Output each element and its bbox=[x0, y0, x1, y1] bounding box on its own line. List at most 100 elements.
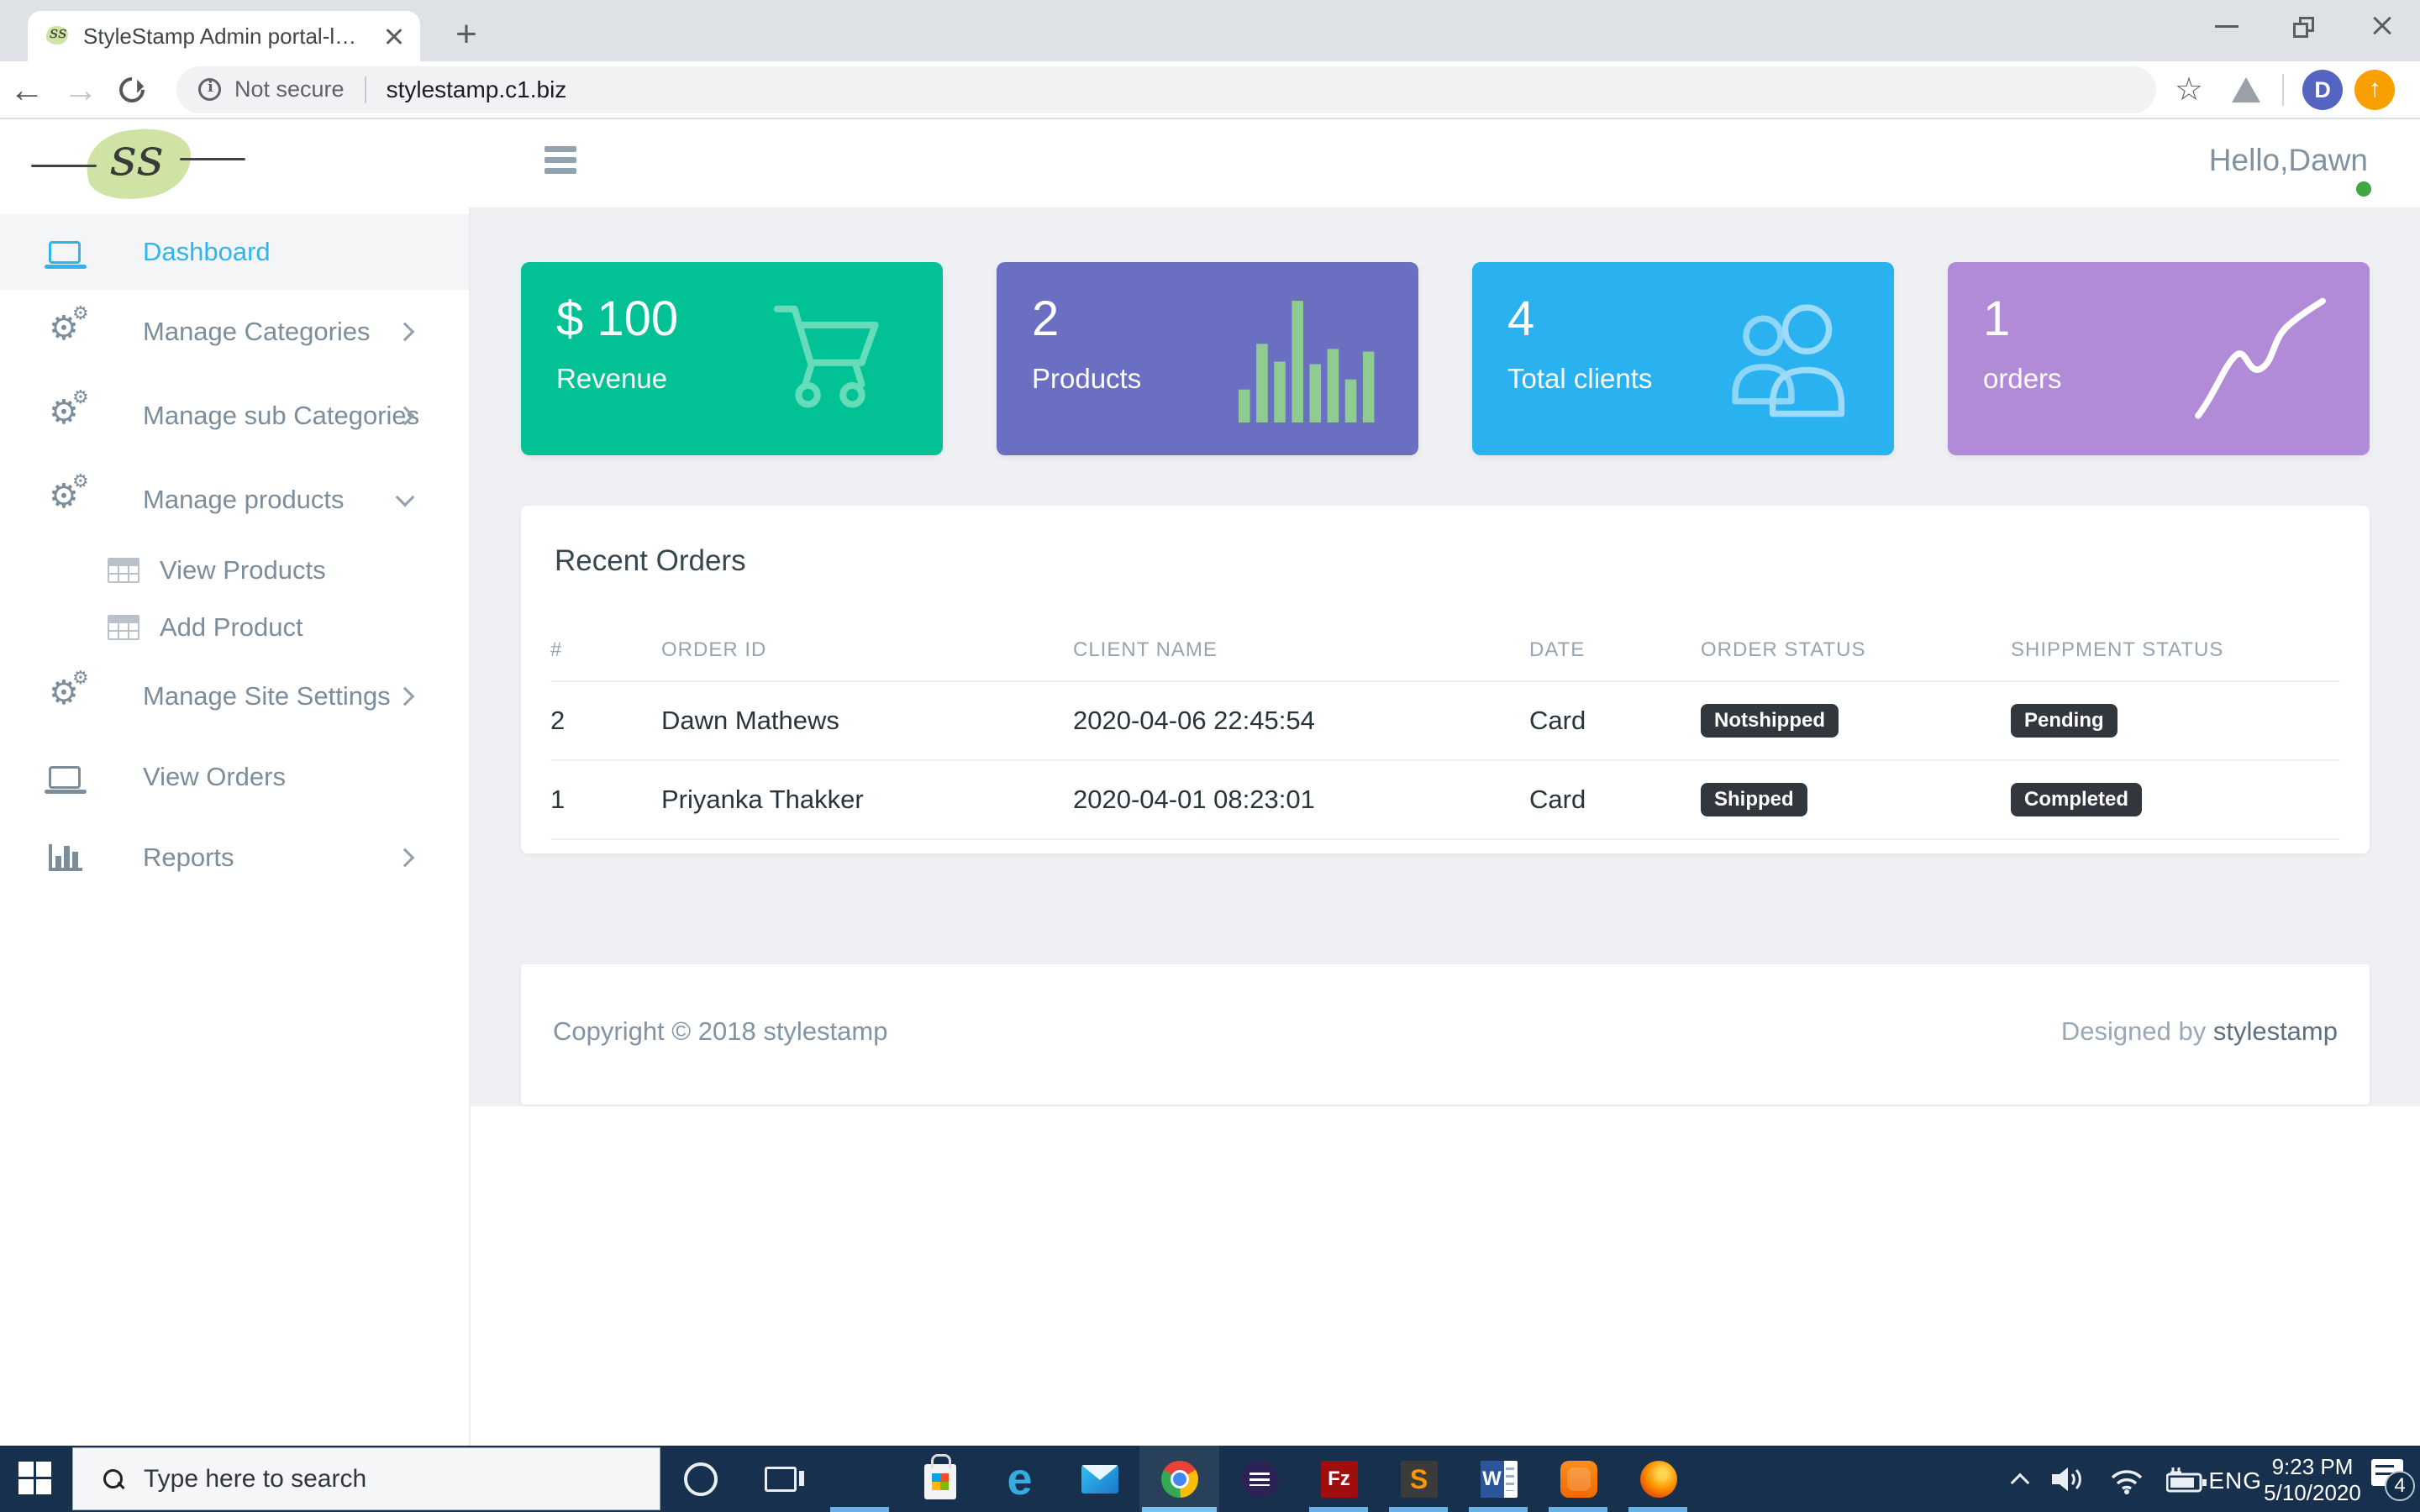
sidebar-item-reports[interactable]: Reports bbox=[0, 817, 469, 898]
clock-time: 9:23 PM bbox=[2259, 1454, 2366, 1480]
tab-close-icon[interactable] bbox=[383, 25, 407, 49]
taskbar-mail-button[interactable] bbox=[1060, 1446, 1139, 1512]
card-revenue: $ 100Revenue bbox=[521, 262, 943, 455]
laptop-icon bbox=[49, 241, 81, 264]
order-row-id: Dawn Mathews bbox=[661, 682, 1073, 761]
panel-title: Recent Orders bbox=[555, 544, 746, 578]
user-greeting[interactable]: Hello,Dawn bbox=[2209, 143, 2368, 178]
sidebar-item-label: Manage Categories bbox=[143, 317, 371, 347]
order-row-num: 1 bbox=[550, 761, 661, 840]
card-value: 2 bbox=[1032, 291, 1059, 347]
card-value: 1 bbox=[1983, 291, 2010, 347]
xampp-icon bbox=[1560, 1461, 1597, 1498]
card-value: 4 bbox=[1507, 291, 1534, 347]
running-indicator bbox=[1628, 1507, 1687, 1512]
running-indicator bbox=[1142, 1507, 1217, 1512]
sidebar-item-manage-sub-categories[interactable]: Manage sub Categories bbox=[0, 374, 469, 458]
wifi-icon[interactable] bbox=[2107, 1466, 2146, 1494]
taskbar-store-button[interactable] bbox=[900, 1446, 980, 1512]
clock-date: 5/10/2020 bbox=[2259, 1480, 2366, 1506]
gears-icon bbox=[49, 480, 87, 519]
new-tab-button[interactable]: + bbox=[445, 15, 487, 57]
notification-badge: 4 bbox=[2385, 1471, 2415, 1501]
card-products: 2 Products bbox=[997, 262, 1418, 455]
designer-link[interactable]: stylestamp bbox=[2213, 1016, 2338, 1046]
order-status-badge: Shipped bbox=[1701, 783, 1807, 816]
info-icon[interactable] bbox=[198, 78, 221, 101]
app-header: ss Hello,Dawn bbox=[0, 121, 2420, 207]
orders-column-header: # bbox=[550, 623, 661, 682]
forward-icon[interactable]: → bbox=[54, 70, 108, 110]
bar-chart-icon bbox=[49, 844, 82, 871]
sidebar-item-view-products[interactable]: View Products bbox=[0, 542, 469, 599]
battery-icon[interactable] bbox=[2166, 1466, 2208, 1494]
taskbar-cortana-button[interactable] bbox=[660, 1446, 740, 1512]
sidebar-item-manage-site-settings[interactable]: Manage Site Settings bbox=[0, 656, 469, 737]
taskbar-task-view-button[interactable] bbox=[740, 1446, 820, 1512]
taskbar-sublime-button[interactable]: S bbox=[1379, 1446, 1459, 1512]
sidebar-item-label: Manage products bbox=[143, 485, 345, 515]
order-row-client: 2020-04-06 22:45:54 bbox=[1073, 682, 1529, 761]
tray-chevron-up-icon[interactable] bbox=[2011, 1473, 2030, 1493]
sidebar-item-view-orders[interactable]: View Orders bbox=[0, 737, 469, 817]
site-favicon-icon: ss bbox=[43, 24, 71, 49]
sidebar-item-add-product[interactable]: Add Product bbox=[0, 599, 469, 656]
stat-cards-row: $ 100Revenue2Products4Total clients1orde… bbox=[521, 262, 2370, 455]
start-button-icon[interactable] bbox=[18, 1462, 52, 1495]
hamburger-menu-icon[interactable] bbox=[544, 146, 581, 181]
bookmark-star-icon[interactable]: ☆ bbox=[2175, 71, 2203, 108]
sidebar-item-dashboard[interactable]: Dashboard bbox=[0, 214, 469, 290]
browser-tab[interactable]: ss StyleStamp Admin portal-login bbox=[28, 11, 420, 61]
sidebar-item-manage-products[interactable]: Manage products bbox=[0, 458, 469, 542]
trend-icon bbox=[2176, 279, 2344, 438]
laptop-icon bbox=[49, 766, 81, 789]
address-bar[interactable]: Not secure stylestamp.c1.biz bbox=[176, 66, 2156, 113]
chrome-update-icon[interactable]: ↑ bbox=[2354, 70, 2395, 110]
firefox-icon bbox=[1640, 1461, 1677, 1498]
taskbar-word-button[interactable] bbox=[1459, 1446, 1539, 1512]
running-indicator bbox=[1309, 1507, 1368, 1512]
clients-icon bbox=[1701, 279, 1869, 438]
shipment-status-badge: Pending bbox=[2011, 704, 2118, 738]
reload-icon[interactable] bbox=[114, 71, 150, 107]
sidebar-item-label: View Products bbox=[160, 555, 326, 585]
language-indicator[interactable]: ENG bbox=[2208, 1467, 2262, 1494]
taskbar-edge-button[interactable]: e bbox=[980, 1446, 1060, 1512]
copyright-text: Copyright © 2018 stylestamp bbox=[553, 1016, 887, 1047]
taskbar-xampp-button[interactable] bbox=[1539, 1446, 1618, 1512]
chevron-right-icon bbox=[396, 323, 415, 342]
sidebar-item-manage-categories[interactable]: Manage Categories bbox=[0, 290, 469, 374]
table-icon bbox=[108, 558, 139, 583]
restore-button[interactable] bbox=[2265, 0, 2343, 50]
table-icon bbox=[108, 615, 139, 640]
sidebar: Dashboard Manage Categories Manage sub Cat… bbox=[0, 207, 471, 1446]
order-row-status: Notshipped bbox=[1701, 682, 2011, 761]
taskbar-chrome-button[interactable] bbox=[1139, 1446, 1219, 1512]
running-indicator bbox=[1549, 1507, 1607, 1512]
close-button[interactable] bbox=[2343, 0, 2420, 50]
order-row-id: Priyanka Thakker bbox=[661, 761, 1073, 840]
filezilla-icon: Fz bbox=[1321, 1461, 1358, 1498]
drive-extension-icon[interactable] bbox=[2232, 77, 2260, 102]
card-label: Products bbox=[1032, 363, 1141, 395]
profile-avatar[interactable]: D bbox=[2302, 70, 2343, 110]
back-icon[interactable]: ← bbox=[0, 70, 54, 110]
notification-center-icon[interactable]: 4 bbox=[2371, 1457, 2415, 1501]
speaker-icon[interactable] bbox=[2052, 1466, 2087, 1493]
taskbar-eclipse-button[interactable] bbox=[1219, 1446, 1299, 1512]
taskbar-clock[interactable]: 9:23 PM 5/10/2020 bbox=[2259, 1454, 2366, 1506]
taskbar-firefox-button[interactable] bbox=[1618, 1446, 1698, 1512]
taskbar-search-box[interactable]: Type here to search bbox=[72, 1447, 660, 1510]
card-label: orders bbox=[1983, 363, 2062, 395]
taskbar-file-explorer-button[interactable] bbox=[820, 1446, 900, 1512]
sidebar-item-label: Manage sub Categories bbox=[143, 401, 419, 431]
orders-table: #ORDER IDCLIENT NAMEDATEORDER STATUSSHIP… bbox=[550, 623, 2340, 840]
toolbar-divider bbox=[2282, 74, 2284, 106]
taskbar-filezilla-button[interactable]: Fz bbox=[1299, 1446, 1379, 1512]
card-label: Revenue bbox=[556, 363, 667, 395]
stylestamp-logo: ss bbox=[46, 124, 227, 204]
order-row-shipment: Pending bbox=[2011, 682, 2340, 761]
minimize-button[interactable] bbox=[2188, 0, 2265, 50]
running-indicator bbox=[1469, 1507, 1528, 1512]
recent-orders-panel: Recent Orders #ORDER IDCLIENT NAMEDATEOR… bbox=[521, 506, 2370, 853]
